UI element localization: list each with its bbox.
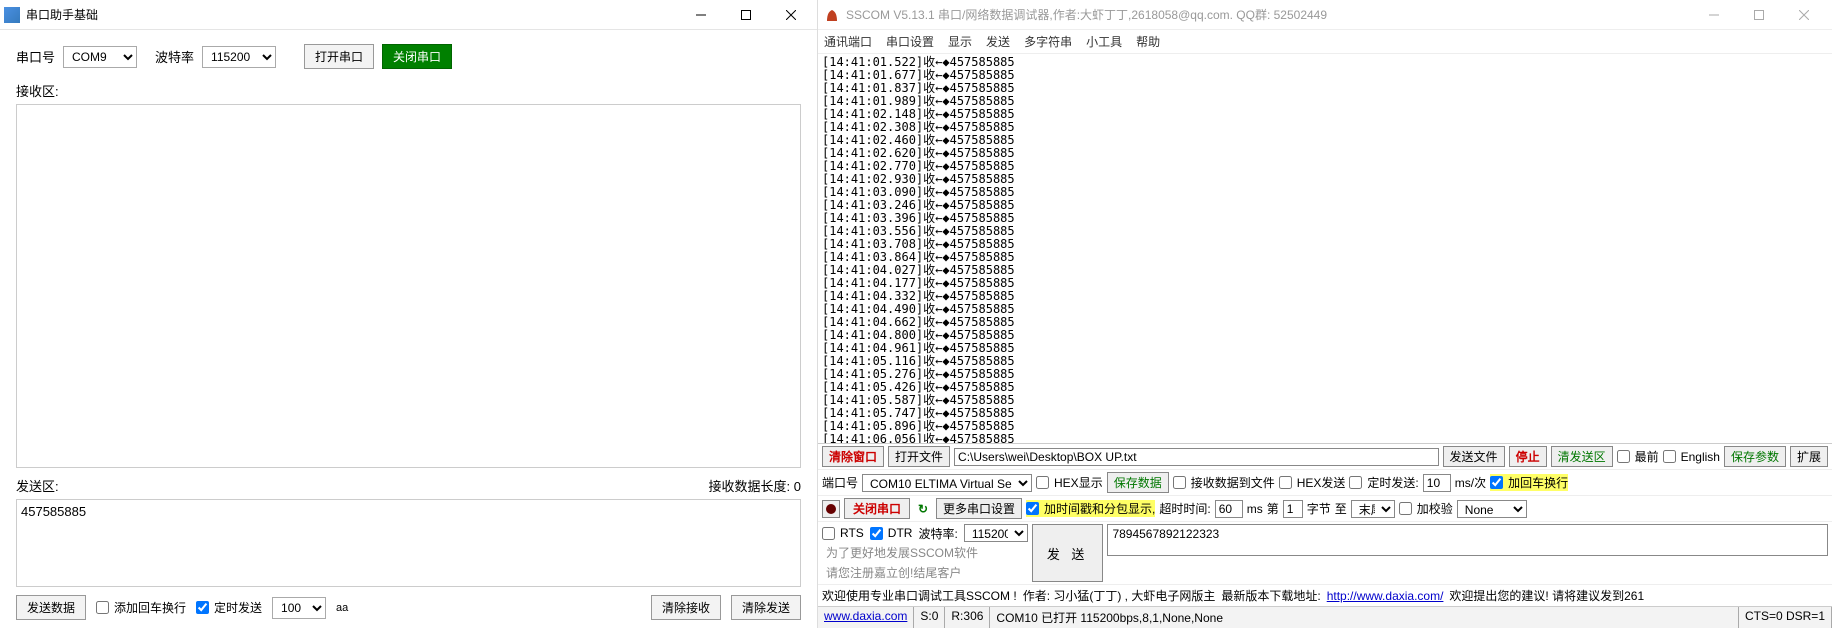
save-params-button[interactable]: 保存参数: [1724, 446, 1786, 467]
menu-item[interactable]: 小工具: [1086, 33, 1122, 50]
status-s: S:0: [914, 607, 945, 628]
status-site[interactable]: www.daxia.com: [818, 607, 914, 628]
right-titlebar: SSCOM V5.13.1 串口/网络数据调试器,作者:大虾丁丁,2618058…: [818, 0, 1832, 30]
rts-checkbox[interactable]: RTS: [822, 526, 864, 540]
left-maximize-button[interactable]: [723, 1, 768, 29]
port-no-label: 端口号: [822, 474, 858, 491]
timestamp-pkg-checkbox[interactable]: 加时间戳和分包显示,: [1026, 500, 1155, 517]
extend-button[interactable]: 扩展: [1790, 446, 1828, 467]
menu-item[interactable]: 显示: [948, 33, 972, 50]
baud-label: 波特率: [155, 47, 194, 66]
byte-to-select[interactable]: 末尾: [1351, 500, 1395, 518]
save-data-button[interactable]: 保存数据: [1107, 472, 1169, 493]
menu-item[interactable]: 通讯端口: [824, 33, 872, 50]
rx-log-area[interactable]: [14:41:01.522]收←◆457585885 [14:41:01.677…: [818, 54, 1832, 444]
rx-area-label: 接收区:: [16, 81, 801, 100]
timeout-input[interactable]: [1215, 500, 1243, 518]
send-data-button[interactable]: 发送数据: [16, 595, 86, 620]
stop-button[interactable]: 停止: [1509, 446, 1547, 467]
send-button[interactable]: 发 送: [1032, 524, 1104, 582]
banner-t2: 作者: 习小猛(丁丁) , 大虾电子网版主: [1023, 587, 1216, 604]
left-window-title: 串口助手基础: [26, 6, 678, 23]
right-minimize-button[interactable]: [1691, 1, 1736, 29]
status-cts: CTS=0 DSR=1: [1739, 607, 1832, 628]
rx-length-label: 接收数据长度: 0: [709, 476, 801, 495]
timed-ms-select[interactable]: 100: [272, 597, 326, 619]
banner-t1: 欢迎使用专业串口调试工具SSCOM !: [822, 587, 1017, 604]
checksum-select[interactable]: None: [1457, 500, 1527, 518]
baud-r-select[interactable]: 115200: [964, 524, 1028, 542]
status-port: COM10 已打开 115200bps,8,1,None,None: [990, 607, 1739, 628]
no1-label: 第: [1267, 500, 1279, 517]
right-app-window: SSCOM V5.13.1 串口/网络数据调试器,作者:大虾丁丁,2618058…: [818, 0, 1832, 628]
status-r: R:306: [945, 607, 990, 628]
dtr-checkbox[interactable]: DTR: [870, 526, 913, 540]
byte-from-input[interactable]: [1283, 500, 1303, 518]
clear-window-button[interactable]: 清除窗口: [822, 446, 884, 467]
timeout-label: 超时时间:: [1159, 500, 1210, 517]
open-file-button[interactable]: 打开文件: [888, 446, 950, 467]
left-titlebar: 串口助手基础: [0, 0, 817, 30]
port-select[interactable]: COM9: [63, 46, 137, 68]
timed-ms-input[interactable]: [1423, 474, 1451, 492]
right-window-title: SSCOM V5.13.1 串口/网络数据调试器,作者:大虾丁丁,2618058…: [846, 6, 1691, 23]
banner-t3: 最新版本下载地址:: [1221, 587, 1320, 604]
banner-url-link[interactable]: http://www.daxia.com/: [1327, 589, 1444, 603]
more-settings-button[interactable]: 更多串口设置: [936, 498, 1022, 519]
send-file-button[interactable]: 发送文件: [1443, 446, 1505, 467]
add-crlf-checkbox[interactable]: 添加回车换行: [96, 599, 186, 616]
menu-item[interactable]: 串口设置: [886, 33, 934, 50]
clear-rx-button[interactable]: 清除接收: [651, 595, 721, 620]
tx-area-label: 发送区:: [16, 476, 59, 495]
left-app-window: 串口助手基础 串口号 COM9 波特率 115200 打开串口 关闭串口 接收区…: [0, 0, 818, 628]
note-line-2: 请您注册嘉立创!结尾客户: [822, 564, 1028, 582]
right-maximize-button[interactable]: [1736, 1, 1781, 29]
menu-item[interactable]: 多字符串: [1024, 33, 1072, 50]
right-menubar: 通讯端口串口设置显示发送多字符串小工具帮助: [818, 30, 1832, 54]
english-checkbox[interactable]: English: [1663, 450, 1720, 464]
ms-unit-label: aa: [336, 602, 348, 614]
rx-textarea[interactable]: [16, 104, 801, 468]
baud-select[interactable]: 115200: [202, 46, 276, 68]
reload-icon[interactable]: ↻: [914, 500, 932, 518]
byte-lbl: 字节: [1307, 500, 1331, 517]
open-port-button[interactable]: 打开串口: [304, 44, 374, 69]
port-combobox[interactable]: COM10 ELTIMA Virtual Seria: [862, 474, 1032, 492]
send-textarea[interactable]: 7894567892122323: [1107, 524, 1828, 556]
timed-send-checkbox[interactable]: 定时发送: [196, 599, 262, 616]
clear-tx-button[interactable]: 清除发送: [731, 595, 801, 620]
close-port-button[interactable]: 关闭串口: [382, 44, 452, 69]
ms-label: ms: [1247, 502, 1263, 516]
menu-item[interactable]: 发送: [986, 33, 1010, 50]
note-line-1: 为了更好地发展SSCOM软件: [822, 544, 1028, 562]
clear-txarea-button[interactable]: 清发送区: [1551, 446, 1613, 467]
port-label: 串口号: [16, 47, 55, 66]
right-close-button[interactable]: [1781, 1, 1826, 29]
baud-r-label: 波特率:: [918, 525, 957, 542]
add-crlf-r-checkbox[interactable]: 加回车换行: [1490, 474, 1568, 491]
port-status-led-icon: [822, 500, 840, 518]
ms-per-label: ms/次: [1455, 474, 1486, 491]
rx-to-file-checkbox[interactable]: 接收数据到文件: [1173, 474, 1275, 491]
status-bar: www.daxia.com S:0 R:306 COM10 已打开 115200…: [818, 606, 1832, 628]
left-close-button[interactable]: [768, 1, 813, 29]
timed-send-r-checkbox[interactable]: 定时发送:: [1349, 474, 1418, 491]
menu-item[interactable]: 帮助: [1136, 33, 1160, 50]
file-path-input[interactable]: [954, 448, 1439, 466]
chk-checksum[interactable]: 加校验: [1399, 500, 1453, 517]
tx-textarea[interactable]: 457585885: [16, 499, 801, 587]
banner-t4: 欢迎提出您的建议! 请将建议发到261: [1449, 587, 1644, 604]
close-port-r-button[interactable]: 关闭串口: [844, 498, 910, 519]
left-minimize-button[interactable]: [678, 1, 723, 29]
hex-send-checkbox[interactable]: HEX发送: [1279, 474, 1346, 491]
sscom-app-icon: [824, 7, 840, 23]
to-lbl: 至: [1335, 500, 1347, 517]
banner-row: 欢迎使用专业串口调试工具SSCOM ! 作者: 习小猛(丁丁) , 大虾电子网版…: [818, 585, 1832, 606]
hex-show-checkbox[interactable]: HEX显示: [1036, 474, 1103, 491]
left-app-icon: [4, 7, 20, 23]
topmost-checkbox[interactable]: 最前: [1617, 448, 1659, 465]
